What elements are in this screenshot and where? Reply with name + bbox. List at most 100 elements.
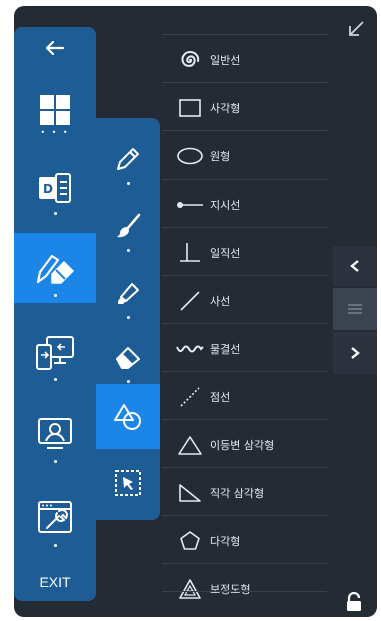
pen-tools-bar: [96, 118, 160, 520]
pen-icon: [117, 147, 139, 170]
shape-right-triangle[interactable]: 직각 삼각형: [162, 470, 327, 515]
menu-dot: [54, 544, 57, 547]
chevron-right-icon: [351, 347, 360, 359]
shape-ellipse[interactable]: 원형: [162, 133, 327, 178]
shape-label: 점선: [210, 390, 231, 404]
unlock-icon: [347, 591, 361, 611]
docs-app-icon: D: [39, 173, 71, 203]
select-tool-button[interactable]: [96, 450, 160, 515]
pen-eraser-button[interactable]: [14, 233, 96, 303]
presenter-icon: [38, 418, 72, 449]
highlighter-icon: [118, 282, 139, 304]
shape-pointer-line[interactable]: 지시선: [162, 182, 327, 227]
shape-label: 보정도형: [210, 582, 251, 596]
shape-diagonal[interactable]: 사선: [162, 278, 327, 323]
pen-eraser-icon: [36, 254, 74, 284]
menu-dot: [54, 212, 57, 215]
brush-icon: [117, 213, 141, 237]
shape-isosceles-triangle[interactable]: 이등변 삼각형: [162, 422, 327, 467]
ellipse-icon: [177, 147, 203, 164]
brush-tool-button[interactable]: [96, 193, 160, 258]
shape-label: 원형: [210, 149, 231, 163]
divider: [162, 275, 327, 276]
chevron-left-icon: [350, 260, 359, 272]
exit-label: EXIT: [39, 574, 71, 590]
menu-dot: [127, 316, 130, 319]
svg-text:D: D: [43, 182, 53, 196]
docs-button[interactable]: D: [14, 155, 96, 221]
pointer-line-icon: [177, 201, 203, 208]
divider: [162, 563, 327, 564]
settings-button[interactable]: [14, 483, 96, 553]
isosceles-triangle-icon: [178, 435, 202, 455]
spiral-icon: [181, 50, 200, 67]
menu-dot: [54, 378, 57, 381]
diagonal-line-icon: [180, 290, 200, 311]
divider: [162, 130, 327, 131]
select-area-icon: [115, 469, 141, 496]
shape-label: 일반선: [210, 53, 241, 67]
divider: [162, 227, 327, 228]
more-dots-icon: • • •: [40, 128, 70, 137]
divider: [162, 467, 327, 468]
shape-label: 이등변 삼각형: [210, 438, 275, 452]
main-toolbar: • • • D EXIT: [14, 27, 96, 601]
settings-wrench-icon: [38, 501, 72, 533]
menu-dot: [127, 182, 130, 185]
shape-correction[interactable]: 보정도형: [162, 566, 327, 611]
shape-wave[interactable]: 물결선: [162, 326, 327, 371]
screen-share-icon: [36, 336, 74, 370]
shape-perpendicular[interactable]: 일직선: [162, 230, 327, 275]
handle-lines-icon: [348, 304, 362, 314]
divider: [162, 515, 327, 516]
rectangle-icon: [179, 98, 201, 117]
divider: [162, 179, 327, 180]
shapes-icon: [114, 403, 141, 430]
menu-dot: [54, 294, 57, 297]
windows-logo-icon: [40, 95, 70, 125]
move-right-button[interactable]: [333, 332, 377, 374]
windows-button[interactable]: • • •: [14, 79, 96, 141]
divider: [162, 82, 327, 83]
screen-share-button[interactable]: [14, 319, 96, 387]
shape-label: 물결선: [210, 342, 241, 356]
highlighter-tool-button[interactable]: [96, 260, 160, 325]
shape-rectangle[interactable]: 사각형: [162, 85, 327, 130]
divider: [162, 419, 327, 420]
back-button[interactable]: [14, 27, 96, 69]
minimize-button[interactable]: [347, 20, 365, 42]
polygon-icon: [180, 530, 200, 550]
exit-button[interactable]: EXIT: [14, 567, 96, 597]
eraser-tool-button[interactable]: [96, 324, 160, 389]
shape-label: 사각형: [210, 101, 241, 115]
divider: [162, 34, 327, 35]
wave-line-icon: [176, 345, 204, 352]
menu-dot: [127, 380, 130, 383]
shape-label: 직각 삼각형: [210, 486, 265, 500]
shape-label: 일직선: [210, 246, 241, 260]
diagonal-arrow-icon: [349, 21, 364, 36]
divider: [162, 591, 327, 592]
presenter-button[interactable]: [14, 399, 96, 469]
menu-dot: [127, 249, 130, 252]
right-triangle-icon: [179, 483, 201, 502]
pen-tool-button[interactable]: [96, 126, 160, 191]
dotted-line-icon: [180, 386, 200, 407]
drag-handle[interactable]: [333, 288, 377, 330]
shape-dotted[interactable]: 점선: [162, 374, 327, 419]
shape-label: 다각형: [210, 534, 241, 548]
eraser-icon: [116, 346, 140, 369]
shape-correction-icon: [179, 578, 201, 599]
back-arrow-icon: [45, 40, 65, 56]
shape-freeline[interactable]: 일반선: [162, 37, 327, 82]
move-left-button[interactable]: [333, 246, 377, 286]
shape-polygon[interactable]: 다각형: [162, 518, 327, 563]
shape-label: 사선: [210, 294, 231, 308]
divider: [162, 371, 327, 372]
lock-button[interactable]: [345, 591, 363, 616]
menu-dot: [54, 460, 57, 463]
perpendicular-icon: [180, 242, 200, 262]
shape-label: 지시선: [210, 198, 241, 212]
shapes-tool-button[interactable]: [96, 384, 160, 449]
divider: [162, 323, 327, 324]
